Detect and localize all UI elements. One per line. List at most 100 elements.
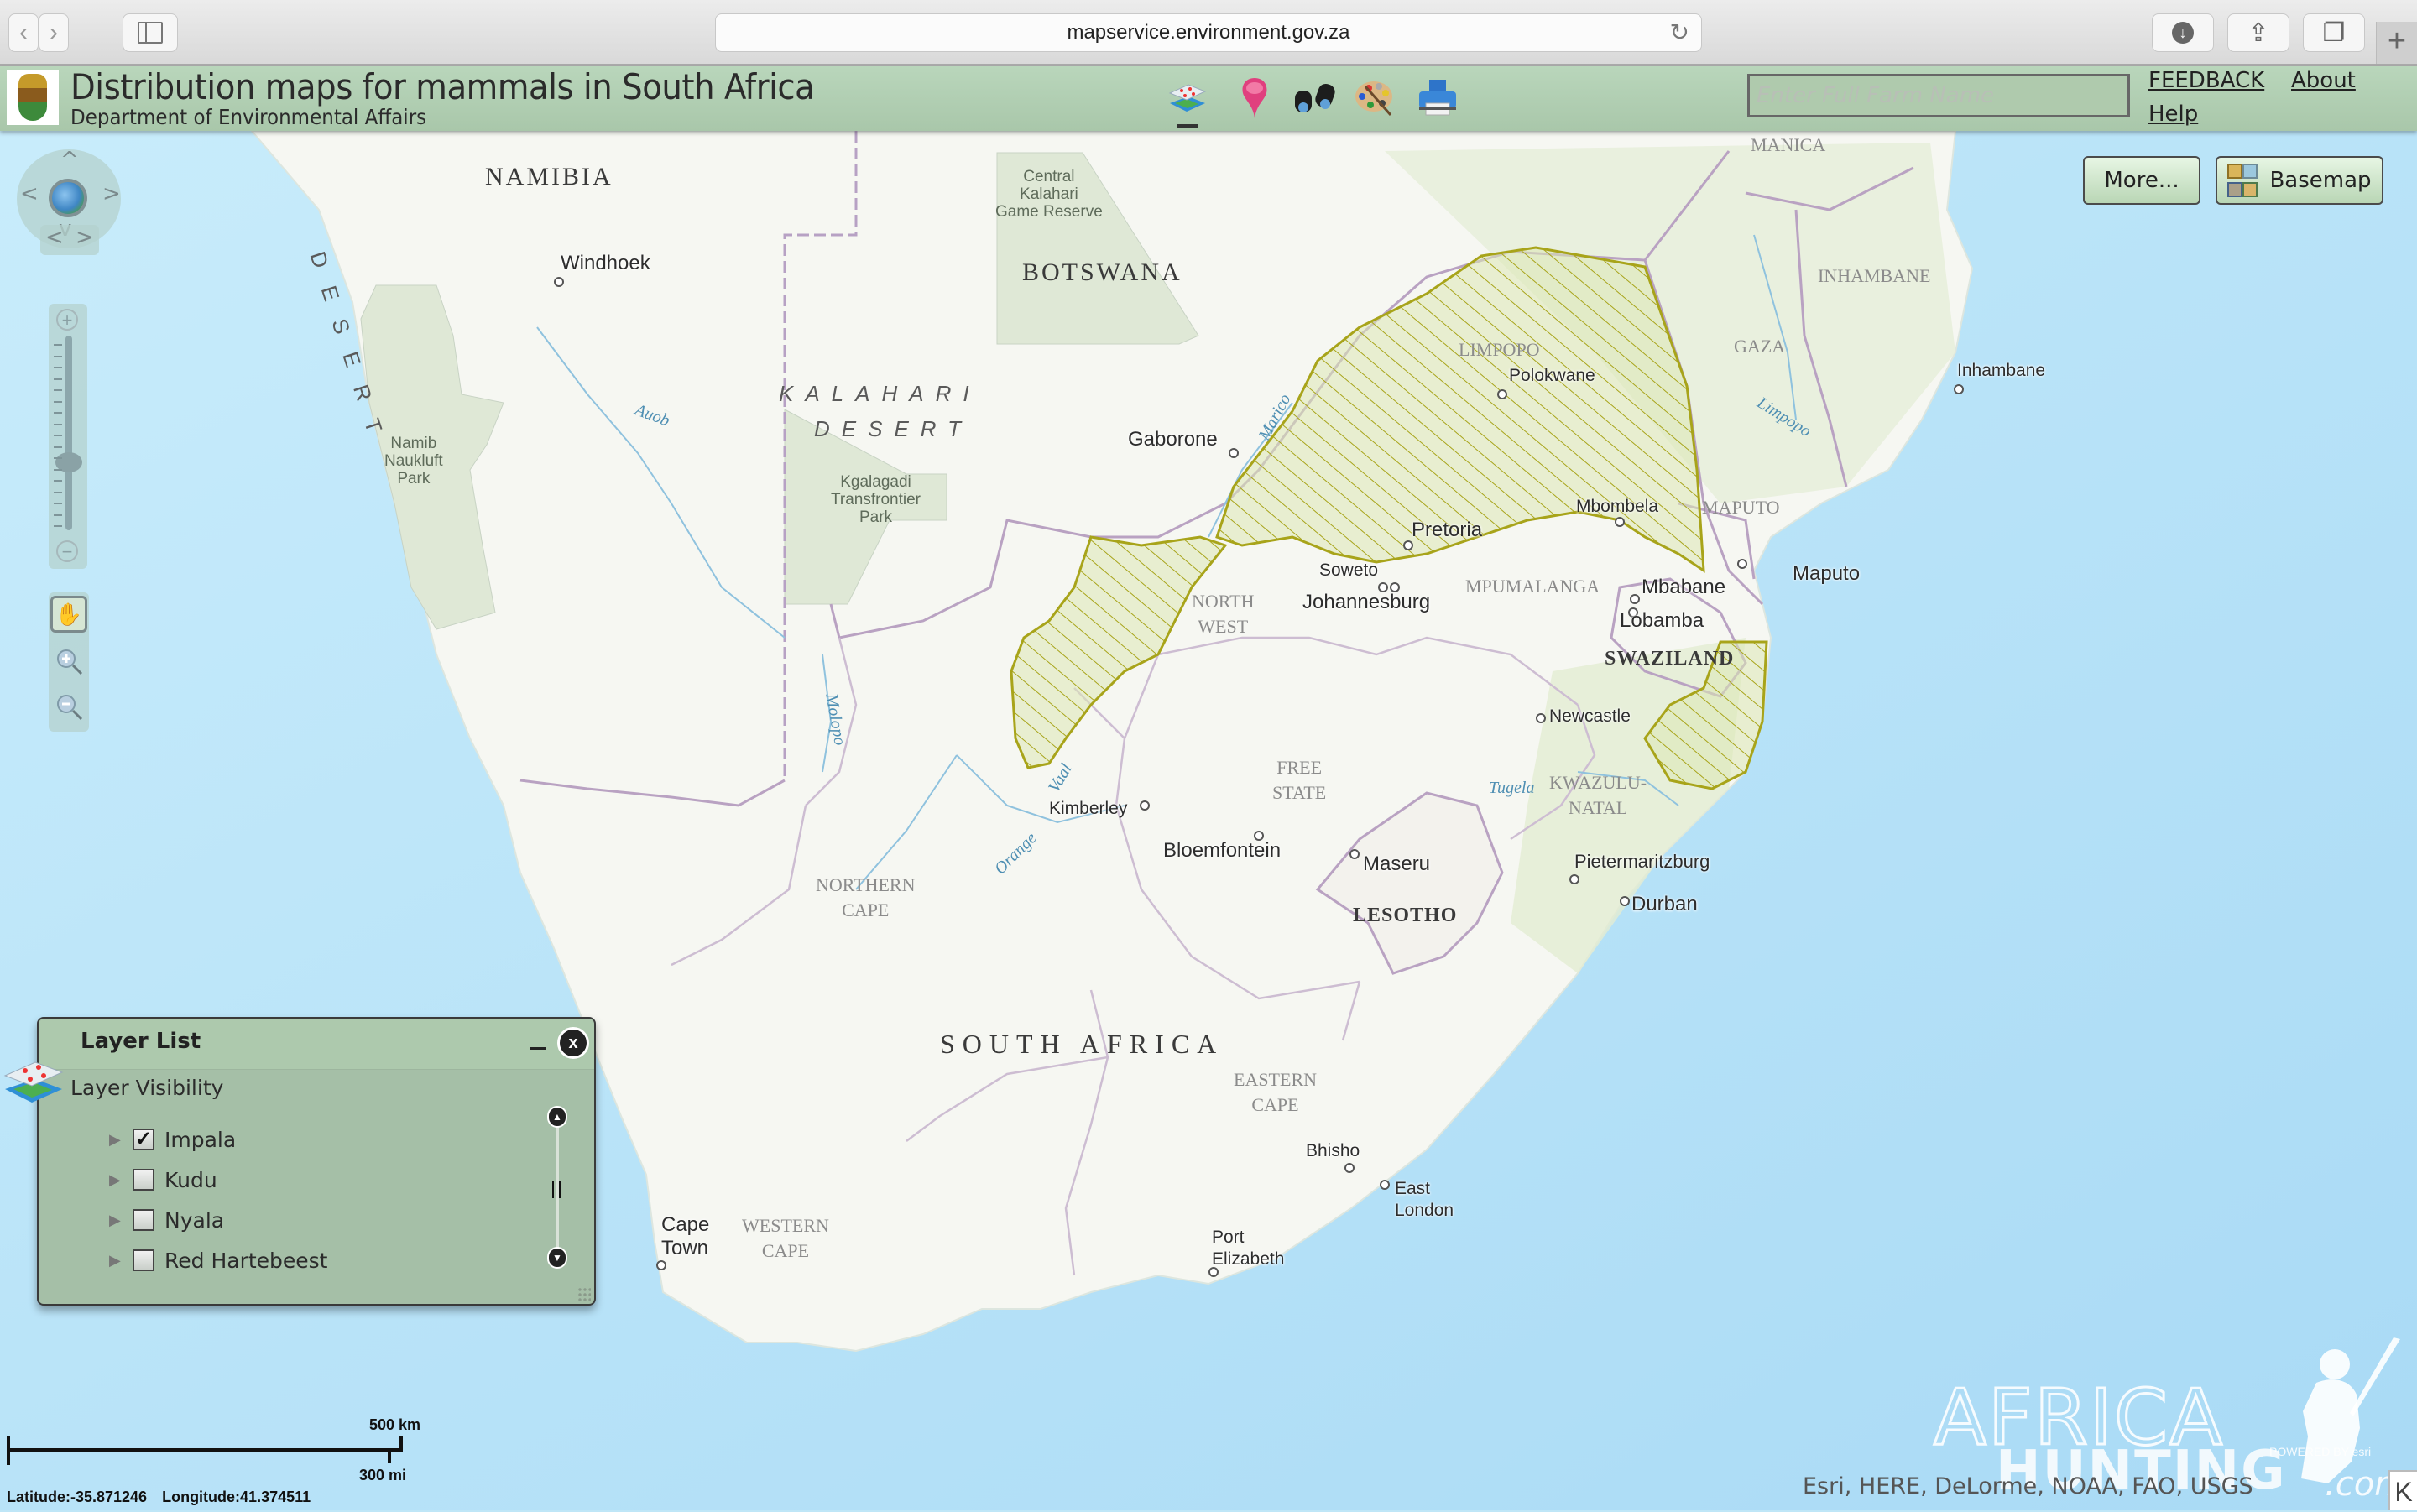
forward-button[interactable]: › [39,13,69,52]
zoom-tick [54,480,62,482]
zoom-tick [54,446,62,448]
zoom-tick [54,378,62,380]
label-city-bloemfontein: Bloemfontein [1163,839,1282,862]
layer-label: Nyala [164,1207,225,1233]
close-icon: x [568,1034,578,1052]
layer-checkbox-kudu[interactable] [133,1169,154,1191]
zoom-slider[interactable]: + − [49,304,87,569]
layers-icon [1168,84,1207,112]
url-text: mapservice.environment.gov.za [1067,21,1350,44]
draw-tool-button[interactable] [1351,75,1400,122]
label-kwazulu-natal: KWAZULU- NATAL [1549,772,1647,818]
coat-of-arms-logo [7,70,59,125]
tabs-icon: ❐ [2322,18,2346,47]
expand-arrow-icon[interactable]: ▶ [109,1171,123,1189]
label-city-cape-town: Cape Town [661,1213,710,1259]
close-button[interactable]: x [557,1027,589,1059]
basemap-button[interactable]: Basemap [2216,156,2383,205]
extent-history: < > [40,225,99,255]
label-central-kalahari: Central Kalahari Game Reserve [995,168,1103,221]
label-swaziland: SWAZILAND [1605,648,1735,670]
label-city-gaborone: Gaborone [1128,428,1218,451]
zoom-slider-track[interactable] [65,336,72,530]
label-kalahari: KALAHARI [779,381,981,406]
zoom-out-button[interactable]: − [56,540,78,562]
watermark-powered-by: POWERED BY esri [2269,1445,2372,1458]
zoom-tick [54,355,62,357]
label-city-port-elizabeth: Port Elizabeth [1212,1228,1285,1269]
new-tab-button[interactable]: + [2376,22,2417,64]
minimize-button[interactable] [530,1047,546,1050]
zoom-in-button[interactable]: + [56,309,78,331]
pan-up-button[interactable]: ^ [60,148,79,173]
resize-handle[interactable] [577,1287,591,1301]
scroll-up-button[interactable]: ▲ [547,1106,567,1128]
zoom-out-magnifier-icon [57,695,83,721]
layers-icon [3,1061,64,1103]
label-city-inhambane: Inhambane [1957,361,2046,380]
sidebar-icon [138,22,163,44]
show-tabs-button[interactable]: ❐ [2303,13,2365,52]
zoom-tick [54,525,62,527]
esri-logo-icon[interactable]: K [2388,1470,2417,1510]
find-tool-button[interactable] [1291,75,1339,122]
label-namibia: NAMIBIA [485,163,613,190]
previous-extent-button[interactable]: < [45,225,64,250]
layer-list-header[interactable]: Layer List x [39,1019,594,1070]
zoom-in-box-button[interactable] [50,643,87,680]
more-button[interactable]: More... [2083,156,2200,205]
layer-visibility-heading: Layer Visibility [70,1076,224,1100]
share-button[interactable]: ⇪ [2227,13,2289,52]
label-city-mbombela: Mbombela [1576,497,1659,516]
pan-right-button[interactable]: > [102,181,121,206]
map-pin-icon [1242,78,1267,118]
layer-list-scrollbar[interactable]: ▲ ▼ [547,1106,567,1269]
longitude-readout: Longitude:41.374511 [162,1489,311,1505]
expand-arrow-icon[interactable]: ▶ [109,1252,123,1270]
label-kgalagadi: Kgalagadi Transfrontier Park [831,473,921,526]
label-city-kimberley: Kimberley [1049,799,1128,818]
print-tool-button[interactable] [1413,75,1462,122]
navigation-tools: ✋ [49,592,89,732]
pan-tool-button[interactable]: ✋ [50,596,87,633]
label-city-east-london: East London [1395,1179,1454,1220]
farm-search-input[interactable] [1747,74,2130,117]
scale-mi-label: 300 mi [359,1467,407,1483]
about-link[interactable]: About [2291,68,2356,93]
label-city-bhisho: Bhisho [1306,1141,1360,1160]
label-eastern-cape: EASTERN CAPE [1234,1069,1317,1115]
layer-checkbox-nyala[interactable] [133,1209,154,1231]
active-tool-indicator [1177,124,1198,128]
full-extent-globe-icon[interactable] [49,179,87,217]
address-bar[interactable]: mapservice.environment.gov.za ↻ [715,13,1702,52]
place-marker-tool-button[interactable] [1230,75,1279,122]
scroll-down-button[interactable]: ▼ [547,1247,567,1269]
expand-arrow-icon[interactable]: ▶ [109,1212,123,1229]
chevron-right-icon: › [50,18,58,46]
next-extent-button[interactable]: > [76,225,94,250]
back-button[interactable]: ‹ [8,13,39,52]
layer-row-nyala: ▶ Nyala [109,1203,224,1237]
zoom-tick [54,435,62,436]
pan-left-button[interactable]: < [20,181,39,206]
help-link[interactable]: Help [2148,102,2198,127]
downloads-button[interactable]: ↓ [2152,13,2214,52]
layers-tool-button[interactable] [1163,75,1212,128]
sidebar-toggle-button[interactable] [123,13,178,52]
zoom-tick [54,503,62,504]
layer-checkbox-impala[interactable]: ✓ [133,1129,154,1150]
zoom-tick [54,344,62,346]
label-western-cape: WESTERN CAPE [742,1215,829,1261]
expand-arrow-icon[interactable]: ▶ [109,1131,123,1149]
label-south-africa: SOUTH AFRICA [940,1029,1224,1059]
label-city-maputo: Maputo [1793,562,1861,585]
scale-bar [7,1436,403,1465]
zoom-out-box-button[interactable] [50,688,87,725]
reload-icon[interactable]: ↻ [1670,14,1689,51]
scroll-thumb[interactable] [552,1181,561,1198]
feedback-link[interactable]: FEEDBACK [2148,68,2264,93]
label-maputo-province: MAPUTO [1702,497,1780,518]
label-city-pietermaritzburg: Pietermaritzburg [1574,851,1710,872]
layer-checkbox-red-hartebeest[interactable] [133,1249,154,1271]
label-city-polokwane: Polokwane [1509,366,1595,385]
